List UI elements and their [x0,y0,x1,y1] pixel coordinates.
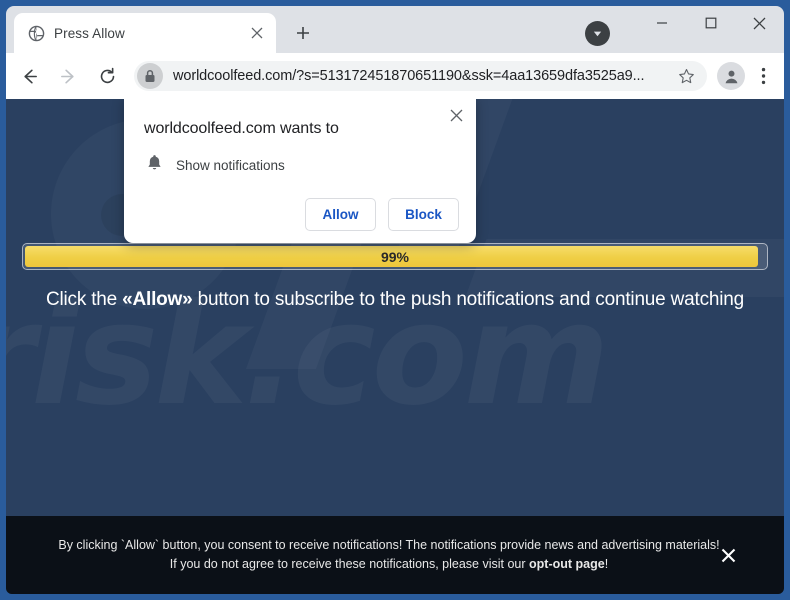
headline-before: Click the [45,289,123,310]
window-controls [637,6,784,40]
star-icon[interactable] [673,63,699,89]
page-viewport: risk.com 99% Click the «Allow» button to… [6,99,784,594]
bell-icon [146,154,163,177]
reload-button[interactable] [91,60,123,92]
dialog-permission-label: Show notifications [176,158,285,173]
dialog-title: worldcoolfeed.com wants to [144,120,339,137]
tab-search-button[interactable] [585,21,610,46]
minimize-button[interactable] [637,6,686,40]
browser-window: Press Allow worldcoolfeed.com/?s=5131724… [0,0,790,600]
globe-icon [28,25,45,42]
url-text: worldcoolfeed.com/?s=513172451870651190&… [173,68,645,84]
block-button[interactable]: Block [388,198,459,231]
dialog-permission-row: Show notifications [146,154,459,177]
browser-tab[interactable]: Press Allow [14,13,276,53]
tab-strip: Press Allow [6,6,784,53]
headline-after: button to subscribe to the push notifica… [192,289,745,310]
maximize-button[interactable] [686,6,735,40]
tab-title: Press Allow [54,25,125,41]
notification-permission-dialog: worldcoolfeed.com wants to Show notifica… [124,99,476,243]
banner-close-icon[interactable] [717,544,739,566]
browser-toolbar: worldcoolfeed.com/?s=513172451870651190&… [6,53,784,99]
dialog-actions: Allow Block [141,198,459,231]
lock-icon[interactable] [137,63,163,89]
allow-button[interactable]: Allow [305,198,376,231]
address-bar[interactable]: worldcoolfeed.com/?s=513172451870651190&… [134,61,707,91]
new-tab-button[interactable] [288,18,318,48]
consent-banner: By clicking `Allow` button, you consent … [6,516,784,594]
consent-banner-text: By clicking `Allow` button, you consent … [6,536,784,575]
progress-percent-label: 99% [380,248,410,265]
back-button[interactable] [13,60,45,92]
progress-bar: 99% [22,243,768,270]
three-dot-menu-icon[interactable] [749,62,777,90]
headline-emphasis: «Allow» [122,289,193,310]
opt-out-page-link[interactable]: opt-out page [529,557,605,571]
profile-avatar[interactable] [717,62,745,90]
tab-close-icon[interactable] [246,22,268,44]
forward-button[interactable] [52,60,84,92]
consent-line-2-after: ! [604,557,609,571]
consent-line-1: By clicking `Allow` button, you consent … [58,537,662,552]
page-headline: Click the «Allow» button to subscribe to… [6,289,784,311]
dialog-close-icon[interactable] [445,104,467,126]
window-close-button[interactable] [735,6,784,40]
